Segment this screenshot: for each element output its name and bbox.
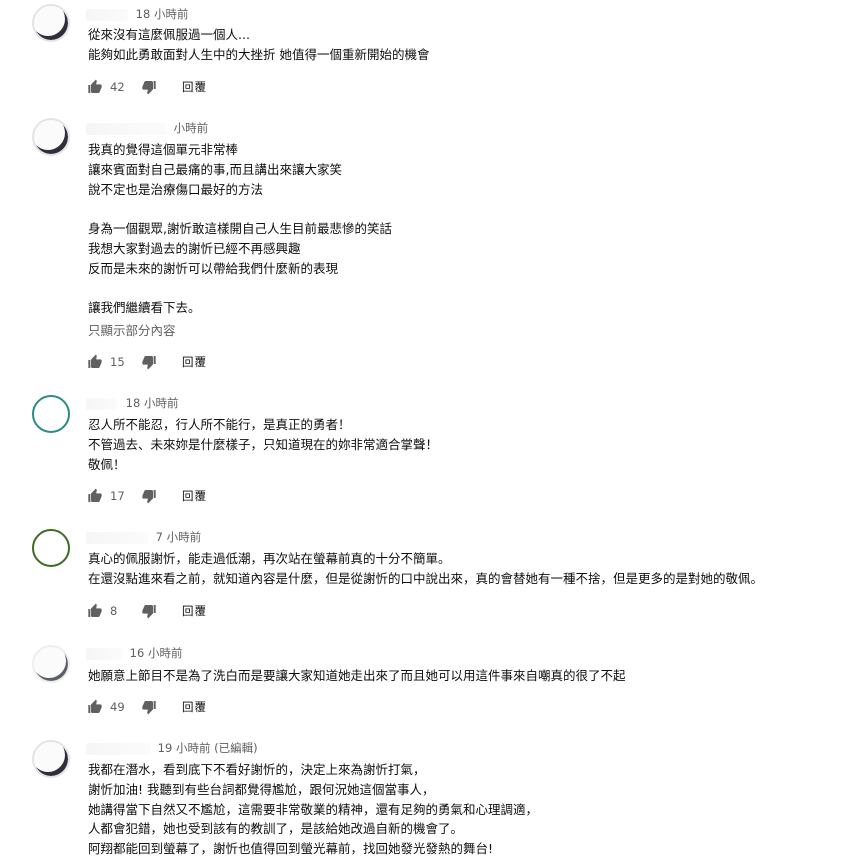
comment-line: 讓來賓面對自己最痛的事,而且講出來讓大家笑: [88, 161, 342, 177]
dislike-icon[interactable]: [140, 353, 158, 371]
comment-meta: 18 小時前: [86, 6, 188, 22]
comment-actions: 8 回覆: [86, 601, 207, 621]
comment-text: 她願意上節目不是為了洗白而是要讓大家知道她走出來了而且她可以用這件事來自嘲真的很…: [88, 666, 626, 686]
comment-line: 她願意上節目不是為了洗白而是要讓大家知道她走出來了而且她可以用這件事來自嘲真的很…: [88, 668, 626, 683]
like-count: 49: [110, 700, 125, 714]
comment-line: 謝忻加油! 我聽到有些台詞都覺得尷尬，跟何況她這個當事人，: [88, 781, 435, 797]
comment-timestamp[interactable]: 18 小時前: [136, 7, 189, 21]
comment-line: 真心的佩服謝忻，能走過低潮，再次站在螢幕前真的十分不簡單。: [88, 551, 451, 566]
comment-actions: 17 回覆: [86, 486, 207, 506]
author-name[interactable]: [86, 8, 128, 21]
avatar[interactable]: [32, 645, 70, 683]
author-name[interactable]: [86, 122, 166, 135]
dislike-icon[interactable]: [140, 602, 158, 620]
like-icon[interactable]: [86, 698, 104, 716]
comment-line: 她講得當下自然又不尷尬，這需要非常敬業的精神，還有足夠的勇氣和心理調適，: [88, 801, 539, 817]
comment-line: 阿翔都能回到螢幕了，謝忻也值得回到螢光幕前，找回她發光發熱的舞台!: [88, 841, 494, 857]
like-count: 42: [110, 80, 125, 94]
comment-text: 忍人所不能忍，行人所不能行，是真正的勇者！ 不管過去、未來妳是什麼樣子，只知道現…: [88, 415, 438, 474]
avatar[interactable]: [32, 740, 70, 778]
avatar[interactable]: [32, 529, 70, 567]
comment-line: 人都會犯錯，她也受到該有的教訓了，是該給她改過自新的機會了。: [88, 821, 464, 837]
comment-text: 我都在潛水，看到底下不看好謝忻的，決定上來為謝忻打氣， 謝忻加油! 我聽到有些台…: [88, 760, 538, 859]
avatar[interactable]: [32, 118, 70, 156]
comment-timestamp[interactable]: 19 小時前 (已編輯): [158, 741, 258, 755]
comment-thread: 18 小時前 從來沒有這麼佩服過一個人... 能夠如此勇敢面對人生中的大挫折 她…: [0, 0, 855, 861]
comment-actions: 49 回覆: [86, 697, 207, 717]
comment-actions: 15 回覆: [86, 352, 207, 372]
comment-meta: 7 小時前: [86, 529, 201, 545]
comment-line: [88, 279, 392, 299]
dislike-icon[interactable]: [140, 487, 158, 505]
comment-timestamp[interactable]: 7 小時前: [156, 530, 201, 544]
comment-line: 在還沒點進來看之前，就知道內容是什麼，但是從謝忻的口中說出來，真的會替她有一種不…: [88, 570, 764, 586]
dislike-icon[interactable]: [140, 78, 158, 96]
comment-timestamp[interactable]: 16 小時前: [130, 646, 183, 660]
like-count: 17: [110, 489, 125, 503]
comment-text: 從來沒有這麼佩服過一個人... 能夠如此勇敢面對人生中的大挫折 她值得一個重新開…: [88, 25, 429, 65]
comment-line: 我真的覺得這個單元非常棒: [88, 142, 239, 157]
avatar[interactable]: [32, 4, 70, 42]
show-more-link[interactable]: 只顯示部分內容: [88, 321, 176, 341]
comment-line: 我想大家對過去的謝忻已經不再感興趣: [88, 240, 301, 256]
like-icon[interactable]: [86, 487, 104, 505]
comment-meta: 18 小時前: [86, 395, 178, 411]
comment-meta: 16 小時前: [86, 645, 182, 661]
like-icon[interactable]: [86, 353, 104, 371]
comment-line: 忍人所不能忍，行人所不能行，是真正的勇者！: [88, 417, 351, 432]
like-icon[interactable]: [86, 602, 104, 620]
comment-line: [88, 199, 392, 219]
dislike-icon[interactable]: [140, 698, 158, 716]
comment-text: 真心的佩服謝忻，能走過低潮，再次站在螢幕前真的十分不簡單。 在還沒點進來看之前，…: [88, 549, 763, 589]
comment-line: 不管過去、未來妳是什麼樣子，只知道現在的妳非常適合掌聲！: [88, 436, 439, 452]
reply-button[interactable]: 回覆: [182, 488, 207, 504]
comment-timestamp[interactable]: 18 小時前: [126, 396, 179, 410]
comment-line: 能夠如此勇敢面對人生中的大挫折 她值得一個重新開始的機會: [88, 46, 430, 62]
author-name[interactable]: [86, 531, 148, 544]
reply-button[interactable]: 回覆: [182, 79, 207, 95]
like-count: 15: [110, 355, 125, 369]
comment-line: 說不定也是治療傷口最好的方法: [88, 181, 264, 197]
comment-actions: 42 回覆: [86, 77, 207, 97]
comment-line: 敬佩！: [88, 456, 126, 472]
comment-line: 身為一個觀眾,謝忻敢這樣開自己人生目前最悲慘的笑話: [88, 221, 392, 237]
comment-meta: 19 小時前 (已編輯): [86, 740, 258, 756]
author-name[interactable]: [86, 647, 122, 660]
like-count: 8: [110, 604, 118, 618]
reply-button[interactable]: 回覆: [182, 603, 207, 619]
comment-timestamp[interactable]: 小時前: [174, 121, 209, 135]
comment-line: 讓我們繼續看下去。: [88, 300, 201, 316]
avatar[interactable]: [32, 395, 70, 433]
author-name[interactable]: [86, 742, 150, 755]
comment-meta: 小時前: [86, 120, 208, 136]
comment-line: 從來沒有這麼佩服過一個人...: [88, 27, 250, 42]
comment-line: 我都在潛水，看到底下不看好謝忻的，決定上來為謝忻打氣，: [88, 762, 426, 777]
reply-button[interactable]: 回覆: [182, 699, 207, 715]
like-icon[interactable]: [86, 78, 104, 96]
comment-line: 反而是未來的謝忻可以帶給我們什麼新的表現: [88, 260, 339, 276]
comment-text: 我真的覺得這個單元非常棒 讓來賓面對自己最痛的事,而且講出來讓大家笑 說不定也是…: [88, 140, 392, 318]
author-name[interactable]: [86, 397, 118, 410]
reply-button[interactable]: 回覆: [182, 354, 207, 370]
